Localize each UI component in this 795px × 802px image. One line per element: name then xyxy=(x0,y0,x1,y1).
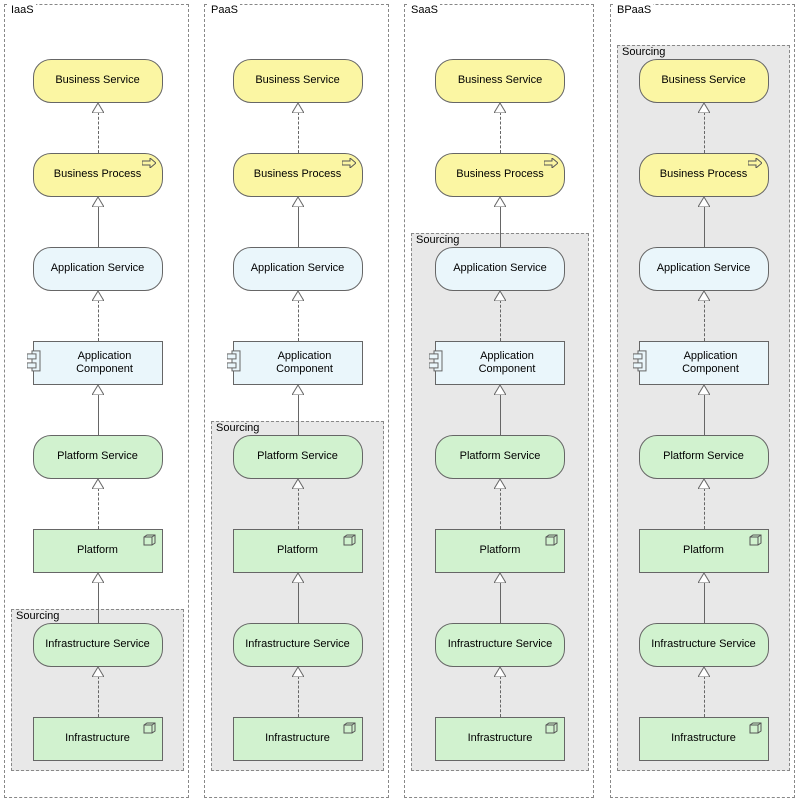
node-label: Business Process xyxy=(660,168,747,181)
node-business-service: Business Service xyxy=(33,59,163,103)
node-label: Platform Service xyxy=(460,450,541,463)
node-label: Infrastructure Service xyxy=(651,638,756,651)
node-label: Infrastructure Service xyxy=(45,638,150,651)
column-saas: SaaS Sourcing Business Service Business Pro… xyxy=(404,4,594,798)
node-label: Platform Service xyxy=(57,450,138,463)
node-label: Business Service xyxy=(255,74,339,87)
node-label: Infrastructure xyxy=(65,732,130,745)
column-title: PaaS xyxy=(209,4,240,16)
node-label: Infrastructure xyxy=(671,732,736,745)
node-infrastructure: Infrastructure xyxy=(33,717,163,761)
node-application-service: Application Service xyxy=(233,247,363,291)
node-platform-service: Platform Service xyxy=(33,435,163,479)
node-application-component: Application Component xyxy=(435,341,565,385)
process-arrow-icon xyxy=(544,158,558,172)
column-paas: PaaS Sourcing Business Service Business Pro… xyxy=(204,4,389,798)
node-platform: Platform xyxy=(233,529,363,573)
node-platform-service: Platform Service xyxy=(233,435,363,479)
node-platform: Platform xyxy=(435,529,565,573)
node-business-process: Business Process xyxy=(233,153,363,197)
node-box3d-icon xyxy=(749,534,762,550)
node-infrastructure-service: Infrastructure Service xyxy=(435,623,565,667)
node-label: Platform Service xyxy=(663,450,744,463)
node-platform: Platform xyxy=(33,529,163,573)
node-business-process: Business Process xyxy=(639,153,769,197)
process-arrow-icon xyxy=(748,158,762,172)
node-platform-service: Platform Service xyxy=(435,435,565,479)
node-label: Business Process xyxy=(54,168,141,181)
component-icon xyxy=(227,350,241,376)
sourcing-label: Sourcing xyxy=(416,234,459,246)
column-title: SaaS xyxy=(409,4,440,16)
node-platform-service: Platform Service xyxy=(639,435,769,479)
node-label: Business Service xyxy=(661,74,745,87)
node-label: Platform xyxy=(277,544,318,557)
node-box3d-icon xyxy=(545,722,558,738)
node-application-service: Application Service xyxy=(435,247,565,291)
node-label: Business Service xyxy=(55,74,139,87)
node-label: Application Service xyxy=(657,262,751,275)
node-label: Application Service xyxy=(251,262,345,275)
component-icon xyxy=(429,350,443,376)
node-label: Application Component xyxy=(262,350,333,376)
node-label: Application Component xyxy=(668,350,739,376)
node-label: Platform xyxy=(480,544,521,557)
node-infrastructure-service: Infrastructure Service xyxy=(233,623,363,667)
node-label: Business Process xyxy=(254,168,341,181)
node-business-service: Business Service xyxy=(233,59,363,103)
node-label: Application Service xyxy=(453,262,547,275)
node-box3d-icon xyxy=(343,722,356,738)
node-label: Infrastructure xyxy=(265,732,330,745)
node-infrastructure: Infrastructure xyxy=(233,717,363,761)
sourcing-label: Sourcing xyxy=(622,46,665,58)
node-infrastructure-service: Infrastructure Service xyxy=(33,623,163,667)
node-application-component: Application Component xyxy=(639,341,769,385)
node-business-service: Business Service xyxy=(435,59,565,103)
node-label: Business Service xyxy=(458,74,542,87)
sourcing-label: Sourcing xyxy=(16,610,59,622)
node-infrastructure: Infrastructure xyxy=(435,717,565,761)
node-label: Platform xyxy=(683,544,724,557)
node-label: Business Process xyxy=(456,168,543,181)
node-label: Platform Service xyxy=(257,450,338,463)
node-label: Application Service xyxy=(51,262,145,275)
node-box3d-icon xyxy=(143,534,156,550)
node-application-service: Application Service xyxy=(639,247,769,291)
node-infrastructure-service: Infrastructure Service xyxy=(639,623,769,667)
node-label: Platform xyxy=(77,544,118,557)
process-arrow-icon xyxy=(142,158,156,172)
node-platform: Platform xyxy=(639,529,769,573)
node-box3d-icon xyxy=(143,722,156,738)
node-application-component: Application Component xyxy=(33,341,163,385)
column-title: IaaS xyxy=(9,4,36,16)
node-application-component: Application Component xyxy=(233,341,363,385)
node-label: Infrastructure Service xyxy=(245,638,350,651)
node-label: Infrastructure xyxy=(468,732,533,745)
node-box3d-icon xyxy=(343,534,356,550)
node-box3d-icon xyxy=(545,534,558,550)
process-arrow-icon xyxy=(342,158,356,172)
component-icon xyxy=(27,350,41,376)
node-infrastructure: Infrastructure xyxy=(639,717,769,761)
node-box3d-icon xyxy=(749,722,762,738)
node-label: Infrastructure Service xyxy=(448,638,553,651)
sourcing-label: Sourcing xyxy=(216,422,259,434)
node-business-service: Business Service xyxy=(639,59,769,103)
node-label: Application Component xyxy=(465,350,536,376)
column-bpaas: BPaaS Sourcing Business Service Business Pr… xyxy=(610,4,795,798)
node-business-process: Business Process xyxy=(33,153,163,197)
column-title: BPaaS xyxy=(615,4,653,16)
node-label: Application Component xyxy=(62,350,133,376)
component-icon xyxy=(633,350,647,376)
node-application-service: Application Service xyxy=(33,247,163,291)
column-iaas: IaaS Sourcing Business Service Business Pro… xyxy=(4,4,189,798)
node-business-process: Business Process xyxy=(435,153,565,197)
